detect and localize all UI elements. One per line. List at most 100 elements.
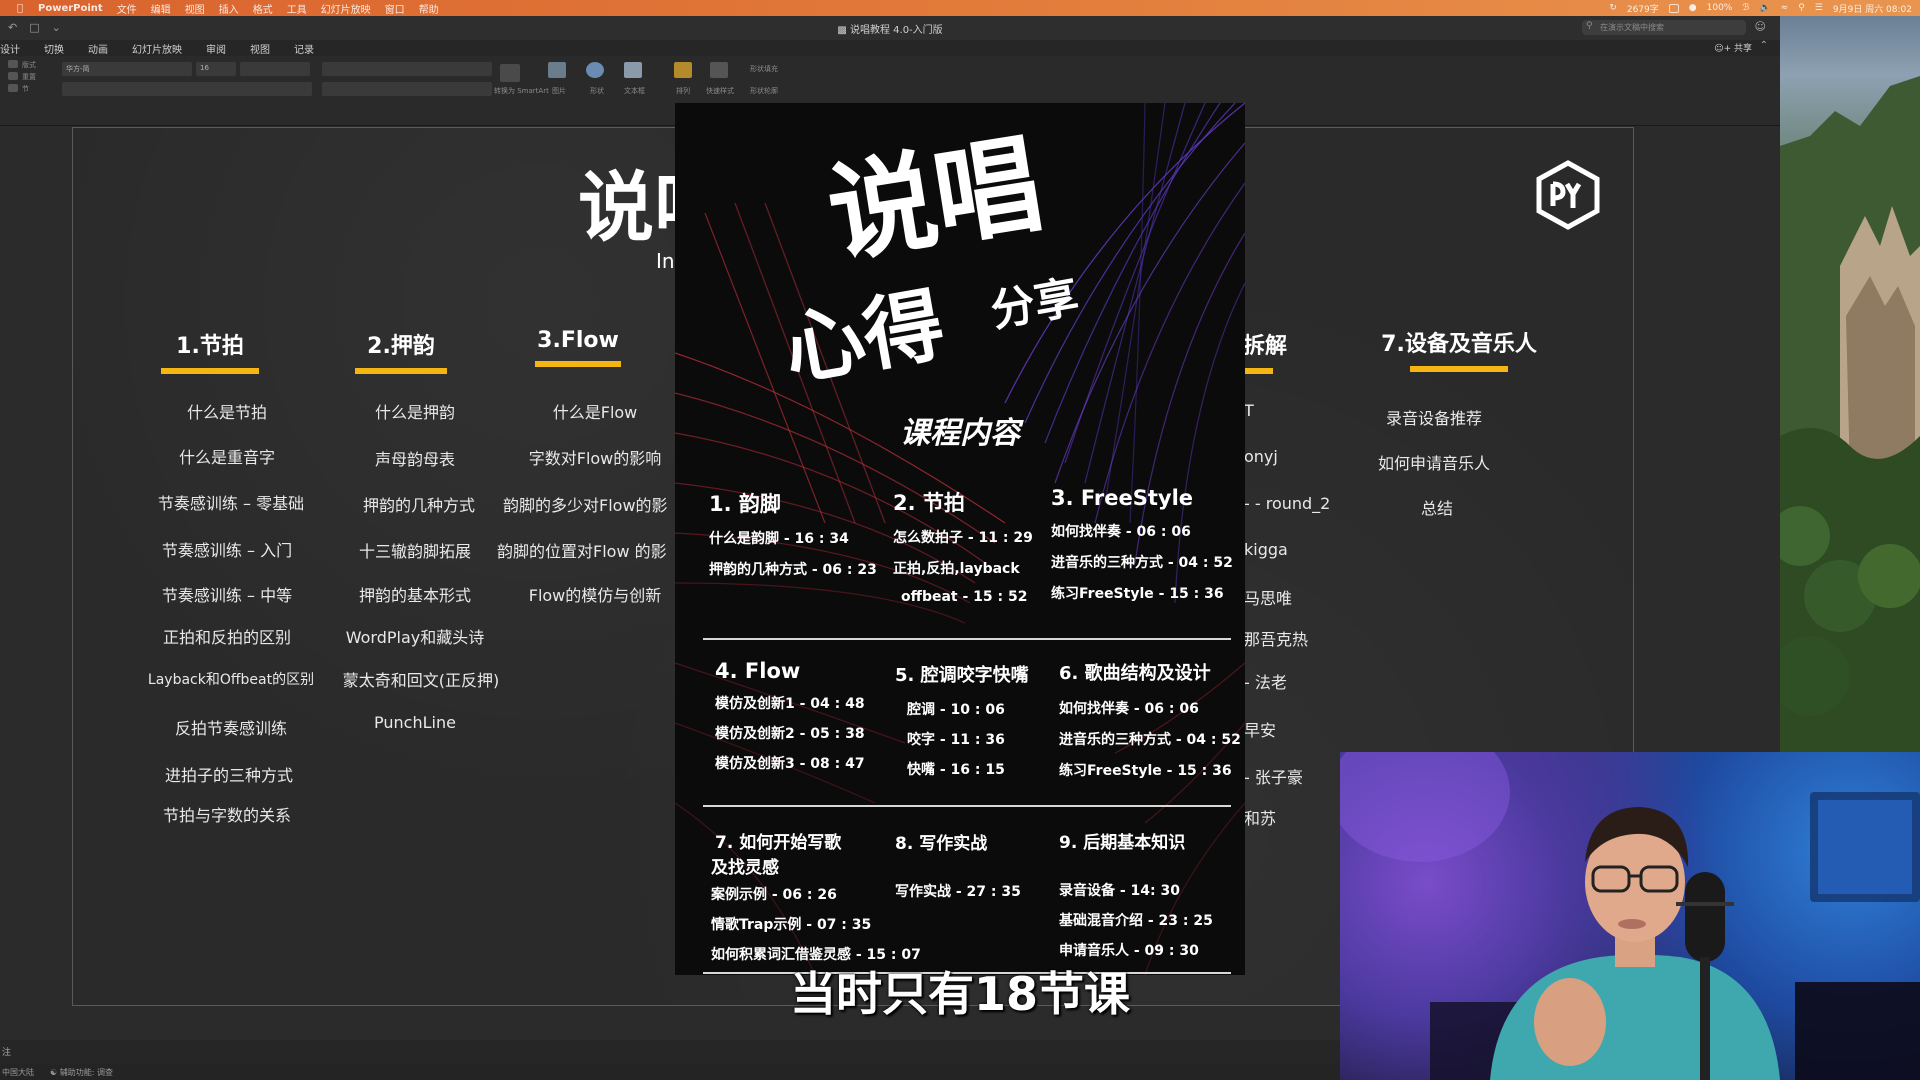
spotlight-icon[interactable]: ⚲ [1798, 3, 1805, 13]
tab-animations[interactable]: 动画 [88, 41, 108, 56]
column-header[interactable]: 2.押韵 [351, 328, 451, 360]
quick-styles-icon[interactable] [710, 62, 728, 78]
list-item[interactable]: 那吾克热 [1244, 626, 1308, 650]
section-button[interactable]: 节 [22, 84, 29, 94]
list-item[interactable]: 节奏感训练 – 零基础 [158, 490, 304, 514]
list-item[interactable]: 和苏 [1244, 805, 1276, 829]
list-item[interactable]: PunchLine [374, 713, 456, 732]
reset-button[interactable]: 重置 [22, 72, 36, 82]
convert-smartart-button[interactable]: 转换为 SmartArt [494, 86, 549, 96]
arrange-button[interactable]: 排列 [676, 86, 690, 96]
menu-window[interactable]: 窗口 [385, 1, 405, 16]
tab-review[interactable]: 审阅 [206, 41, 226, 56]
wifi-icon[interactable]: ≈ [1781, 3, 1789, 13]
list-item[interactable]: 声母韵母表 [375, 446, 455, 470]
list-item[interactable]: 押韵的几种方式 [363, 492, 475, 516]
list-item[interactable]: Flow的模仿与创新 [529, 582, 662, 606]
layout-button[interactable]: 版式 [22, 60, 36, 70]
menubar-clock[interactable]: 9月9日 周六 08:02 [1833, 2, 1912, 15]
language-status[interactable]: 中国大陆 [2, 1067, 34, 1078]
list-item[interactable]: - 张子豪 [1244, 764, 1303, 788]
menu-edit[interactable]: 编辑 [151, 1, 171, 16]
bluetooth-icon[interactable]: ℬ [1742, 3, 1749, 13]
battery-level[interactable]: 100% [1707, 3, 1733, 13]
volume-icon[interactable]: 🔈 [1759, 3, 1770, 13]
list-item[interactable]: 如何申请音乐人 [1378, 450, 1490, 474]
list-item[interactable]: 进拍子的三种方式 [165, 762, 293, 786]
menu-tools[interactable]: 工具 [287, 1, 307, 16]
list-item[interactable]: 早安 [1244, 717, 1276, 741]
menu-slideshow[interactable]: 幻灯片放映 [321, 1, 371, 16]
list-item[interactable]: kigga [1244, 540, 1288, 559]
account-icon[interactable]: ☺ [1755, 20, 1766, 33]
column-header[interactable]: 1.节拍 [155, 328, 265, 360]
list-item[interactable]: 节奏感训练 – 入门 [162, 537, 292, 561]
list-item[interactable]: - 法老 [1244, 669, 1287, 693]
picture-button[interactable]: 图片 [552, 86, 566, 96]
list-item[interactable]: onyj [1244, 447, 1278, 466]
list-item[interactable]: 马思唯 [1244, 585, 1292, 609]
list-item[interactable]: WordPlay和藏头诗 [346, 624, 485, 648]
shape-outline-button[interactable]: 形状轮廓 [750, 86, 778, 96]
list-item[interactable]: 节奏感训练 – 中等 [162, 582, 292, 606]
list-item[interactable]: 蒙太奇和回文(正反押) [343, 667, 500, 691]
list-item[interactable]: 韵脚的位置对Flow 的影 [497, 538, 667, 562]
list-item[interactable]: 正拍和反拍的区别 [163, 624, 291, 648]
tab-slideshow[interactable]: 幻灯片放映 [132, 41, 182, 56]
share-button[interactable]: ☺+ 共享 [1714, 41, 1752, 54]
list-item[interactable]: 总结 [1421, 495, 1453, 519]
smartart-icon[interactable] [500, 64, 520, 82]
alignment-group[interactable] [322, 82, 492, 96]
menu-help[interactable]: 帮助 [419, 1, 439, 16]
list-item[interactable]: 韵脚的多少对Flow的影 [503, 492, 668, 516]
textbox-icon[interactable] [624, 62, 642, 78]
font-format-group[interactable] [62, 82, 312, 96]
apple-icon[interactable]:  [12, 3, 28, 14]
app-status-icon[interactable] [1668, 3, 1679, 13]
reset-icon[interactable] [8, 72, 18, 80]
quick-styles-button[interactable]: 快速样式 [706, 86, 734, 96]
list-item[interactable]: 录音设备推荐 [1386, 405, 1482, 429]
word-count[interactable]: 2679字 [1627, 2, 1659, 15]
control-center-icon[interactable]: ☰ [1815, 3, 1823, 13]
list-item[interactable]: 字数对Flow的影响 [529, 445, 662, 469]
font-grow-shrink[interactable] [240, 62, 310, 76]
slide-subtitle[interactable]: In [656, 249, 675, 273]
tab-transitions[interactable]: 切换 [44, 41, 64, 56]
section-icon[interactable] [8, 84, 18, 92]
list-item[interactable]: 节拍与字数的关系 [163, 802, 291, 826]
menu-app-name[interactable]: PowerPoint [38, 3, 103, 14]
arrange-icon[interactable] [674, 62, 692, 78]
menu-file[interactable]: 文件 [117, 1, 137, 16]
list-item[interactable]: 什么是Flow [553, 399, 638, 423]
search-box[interactable]: ⚲ 在演示文稿中搜索 [1582, 20, 1746, 35]
shape-fill-button[interactable]: 形状填充 [750, 64, 778, 74]
list-item[interactable]: T [1244, 401, 1254, 420]
layout-icon[interactable] [8, 60, 18, 68]
menu-format[interactable]: 格式 [253, 1, 273, 16]
paragraph-group[interactable] [322, 62, 492, 76]
sync-icon[interactable]: ↻ [1609, 3, 1617, 13]
list-item[interactable]: 反拍节奏感训练 [175, 715, 287, 739]
shapes-icon[interactable] [586, 62, 604, 78]
list-item[interactable]: Layback和Offbeat的区别 [148, 669, 314, 689]
column-header[interactable]: 拆解 [1243, 328, 1343, 360]
collapse-ribbon-icon[interactable]: ⌃ [1760, 40, 1768, 51]
tab-record[interactable]: 记录 [294, 41, 314, 56]
shape-button[interactable]: 形状 [590, 86, 604, 96]
column-header[interactable]: 3.Flow [533, 328, 623, 353]
tab-design[interactable]: 设计 [0, 41, 20, 56]
list-item[interactable]: 押韵的基本形式 [359, 582, 471, 606]
list-item[interactable]: 十三辙韵脚拓展 [359, 538, 471, 562]
list-item[interactable]: 什么是押韵 [375, 399, 455, 423]
list-item[interactable]: - - round_2 [1244, 494, 1330, 513]
accessibility-status[interactable]: ☯ 辅助功能: 调查 [50, 1067, 113, 1078]
wechat-icon[interactable]: ● [1689, 3, 1697, 13]
textbox-button[interactable]: 文本框 [624, 86, 645, 96]
menu-view[interactable]: 视图 [185, 1, 205, 16]
column-header[interactable]: 7.设备及音乐人 [1359, 326, 1559, 358]
list-item[interactable]: 什么是节拍 [187, 399, 267, 423]
menu-insert[interactable]: 插入 [219, 1, 239, 16]
tab-view[interactable]: 视图 [250, 41, 270, 56]
list-item[interactable]: 什么是重音字 [179, 444, 275, 468]
